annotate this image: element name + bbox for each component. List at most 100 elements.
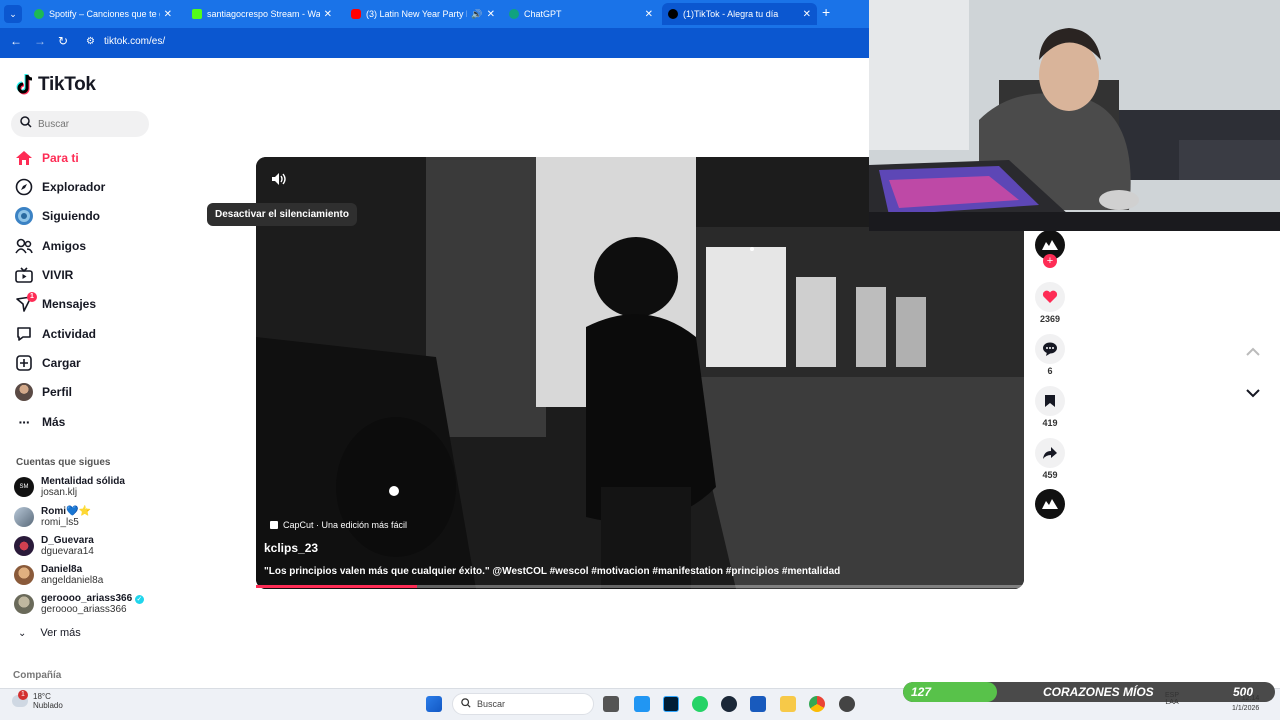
company-link[interactable]: Compañía xyxy=(13,670,61,681)
nav-for-you[interactable]: Para ti xyxy=(14,147,79,169)
nav-label: Mensajes xyxy=(42,297,97,311)
avatar: SM xyxy=(14,477,34,497)
messages-badge: 1 xyxy=(27,292,37,302)
share-icon xyxy=(1035,438,1065,468)
word-icon[interactable] xyxy=(750,696,766,712)
nav-messages[interactable]: 1 Mensajes xyxy=(14,292,97,315)
video-username[interactable]: kclips_23 xyxy=(264,541,318,555)
speaker-icon[interactable]: 🔊 xyxy=(471,9,482,20)
share-button[interactable]: 459 xyxy=(1035,438,1065,480)
next-video-button[interactable] xyxy=(1240,381,1266,407)
share-count: 459 xyxy=(1042,470,1058,480)
task-view-icon[interactable] xyxy=(603,696,619,712)
reload-icon[interactable]: ↻ xyxy=(58,34,68,48)
tab-spotify[interactable]: Spotify – Canciones que te gusta ✕ xyxy=(28,3,178,25)
whatsapp-icon[interactable] xyxy=(692,696,708,712)
compass-icon xyxy=(14,177,34,197)
verified-icon: ✓ xyxy=(134,595,144,604)
close-icon[interactable]: ✕ xyxy=(164,9,172,20)
youtube-icon xyxy=(351,9,361,19)
like-count: 2369 xyxy=(1039,314,1061,324)
new-tab-button[interactable]: + xyxy=(822,4,830,20)
comment-button[interactable]: 6 xyxy=(1035,334,1065,376)
photoshop-icon[interactable] xyxy=(663,696,679,712)
follow-plus-icon[interactable]: + xyxy=(1043,254,1057,268)
account-item[interactable]: Romi💙⭐ romi_ls5 xyxy=(14,506,91,528)
nav-label: Actividad xyxy=(42,327,97,341)
language-indicator[interactable]: ESP LAA xyxy=(1165,692,1179,706)
video-progress-bar[interactable] xyxy=(256,585,1024,588)
logo-text: TikTok xyxy=(38,74,96,95)
account-name: D_Guevara xyxy=(41,535,94,546)
search-box[interactable] xyxy=(11,111,149,137)
home-icon xyxy=(14,148,34,168)
account-item[interactable]: Daniel8a angeldaniel8a xyxy=(14,564,103,586)
weather-desc: Nublado xyxy=(33,701,63,710)
nav-label: Para ti xyxy=(42,151,79,165)
nav-following[interactable]: Siguiendo xyxy=(14,205,100,227)
account-handle: romi_ls5 xyxy=(41,517,79,528)
back-icon[interactable]: ← xyxy=(10,34,22,48)
upload-icon xyxy=(14,353,34,373)
search-input[interactable] xyxy=(38,118,138,130)
tab-label: Spotify – Canciones que te gusta xyxy=(49,9,160,19)
search-icon xyxy=(461,698,471,710)
music-disc-button[interactable] xyxy=(1035,489,1065,519)
steam-icon[interactable] xyxy=(721,696,737,712)
video-progress-fill xyxy=(256,585,418,588)
close-icon[interactable]: ✕ xyxy=(324,9,332,20)
file-explorer-icon[interactable] xyxy=(780,696,796,712)
tiktok-logo[interactable]: TikTok xyxy=(16,74,96,96)
tab-tiktok[interactable]: (1)TikTok - Alegra tu día ✕ xyxy=(662,3,817,25)
capcut-label[interactable]: CapCut · Una edición más fácil xyxy=(270,520,407,530)
see-more-button[interactable]: ⌄ Ver más xyxy=(18,627,81,639)
tab-chatgpt[interactable]: ChatGPT ✕ xyxy=(503,3,659,25)
tab-search-button[interactable]: ⌄ xyxy=(4,5,22,23)
taskbar-search[interactable]: Buscar xyxy=(452,693,594,715)
nav-more[interactable]: ··· Más xyxy=(14,411,66,433)
creator-avatar-button[interactable]: + xyxy=(1035,230,1065,268)
nav-upload[interactable]: Cargar xyxy=(14,352,81,374)
goal-title: CORAZONES MÍOS xyxy=(1043,685,1154,699)
app-icon[interactable] xyxy=(839,696,855,712)
like-button[interactable]: 2369 xyxy=(1035,282,1065,324)
nav-label: Amigos xyxy=(42,239,87,253)
tab-youtube[interactable]: (3) Latin New Year Party Mix 🔊 ✕ xyxy=(345,3,501,25)
close-icon[interactable]: ✕ xyxy=(645,9,653,20)
account-handle: dguevara14 xyxy=(41,546,94,557)
save-button[interactable]: 419 xyxy=(1035,386,1065,428)
nav-activity[interactable]: Actividad xyxy=(14,323,96,345)
chatgpt-icon xyxy=(509,9,519,19)
account-name: Mentalidad sólida xyxy=(41,476,125,487)
weather-widget[interactable]: 1 18°C Nublado xyxy=(12,690,63,710)
tab-label: santiagocrespo Stream - Watch xyxy=(207,9,320,19)
nav-profile[interactable]: Perfil xyxy=(14,381,72,403)
nav-explore[interactable]: Explorador xyxy=(14,176,105,198)
avatar xyxy=(14,507,34,527)
nav-live[interactable]: VIVIR xyxy=(14,264,73,286)
volume-icon[interactable] xyxy=(270,171,286,192)
friends-icon xyxy=(14,236,34,256)
previous-video-button[interactable] xyxy=(1240,339,1266,365)
notepad-icon[interactable] xyxy=(634,696,650,712)
account-item[interactable]: SM Mentalidad sólida josan.klj xyxy=(14,476,125,498)
tab-label: (3) Latin New Year Party Mix xyxy=(366,9,467,19)
nav-label: Explorador xyxy=(42,180,106,194)
account-item[interactable]: geroooo_ariass366 ✓ geroooo_ariass366 xyxy=(14,593,144,615)
url-field[interactable]: tiktok.com/es/ xyxy=(104,36,165,47)
account-item[interactable]: D_Guevara dguevara14 xyxy=(14,535,94,557)
forward-icon[interactable]: → xyxy=(34,34,46,48)
nav-label: Perfil xyxy=(42,385,73,399)
nav-friends[interactable]: Amigos xyxy=(14,235,86,257)
goal-current: 127 xyxy=(911,685,932,699)
close-icon[interactable]: ✕ xyxy=(803,9,811,20)
close-icon[interactable]: ✕ xyxy=(487,9,495,20)
system-clock[interactable]: 12:14 1/1/2026 xyxy=(1232,694,1259,714)
site-info-icon[interactable]: ⚙ xyxy=(86,36,95,47)
windows-start-icon[interactable] xyxy=(426,696,442,712)
comment-icon xyxy=(1035,334,1065,364)
live-icon xyxy=(14,265,34,285)
nav-label: Cargar xyxy=(42,356,81,370)
tab-kick[interactable]: santiagocrespo Stream - Watch ✕ xyxy=(186,3,338,25)
chrome-icon[interactable] xyxy=(809,696,825,712)
